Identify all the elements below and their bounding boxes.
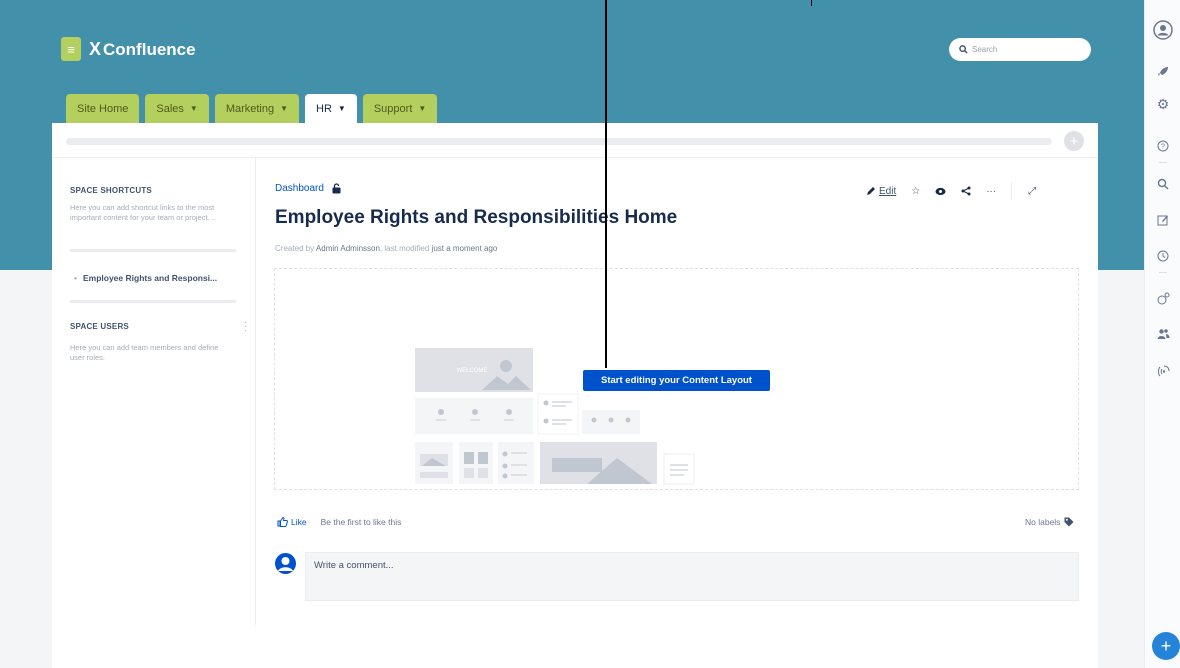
- labels-section[interactable]: No labels: [1025, 517, 1074, 527]
- watch-icon[interactable]: [935, 187, 946, 196]
- more-vertical-icon[interactable]: · · ·: [244, 318, 247, 336]
- tab-marketing[interactable]: Marketing ▼: [214, 94, 300, 123]
- share-icon[interactable]: [961, 186, 971, 196]
- chevron-down-icon: ▼: [337, 104, 346, 113]
- tab-label: Sales: [156, 102, 184, 115]
- history-icon[interactable]: [1155, 248, 1171, 264]
- add-icon[interactable]: +: [1152, 632, 1180, 660]
- right-rail: ⚙ ?: [1144, 0, 1180, 668]
- search-input[interactable]: Search: [949, 38, 1091, 61]
- expand-icon[interactable]: ⤢: [1028, 186, 1036, 197]
- add-icon[interactable]: +: [1064, 131, 1084, 151]
- pencil-icon: [867, 187, 875, 195]
- rail-divider: [1159, 162, 1167, 163]
- annotation-line: [605, 0, 607, 368]
- labels-text: No labels: [1025, 517, 1061, 527]
- thumbs-up-icon[interactable]: [277, 517, 288, 527]
- shortcuts-description: Here you can add shortcut links to the m…: [70, 203, 216, 222]
- actions-divider: [1011, 182, 1013, 200]
- tab-sales[interactable]: Sales ▼: [145, 94, 209, 123]
- search-icon[interactable]: [1155, 176, 1171, 192]
- sidebar-divider: [70, 249, 236, 252]
- tab-hr[interactable]: HR ▼: [305, 94, 357, 123]
- welcome-text: WELCOME: [456, 368, 487, 374]
- search-placeholder: Search: [972, 45, 998, 54]
- breadcrumb-link[interactable]: Dashboard: [275, 183, 324, 194]
- annotation-tick: [811, 0, 812, 6]
- page-title: Employee Rights and Responsibilities Hom…: [275, 207, 678, 228]
- rocket-icon[interactable]: [1155, 64, 1171, 80]
- people-icon[interactable]: [1155, 326, 1171, 342]
- search-icon: [959, 45, 968, 54]
- layout-illustration: WELCOME: [415, 348, 695, 485]
- sidebar-page-label: Employee Rights and Responsi...: [82, 273, 218, 283]
- rail-divider: [1159, 272, 1167, 273]
- like-hint: Be the first to like this: [320, 517, 402, 527]
- users-title: SPACE USERS: [70, 322, 129, 331]
- integrations-icon[interactable]: [1155, 290, 1171, 306]
- progress-track: [66, 138, 1052, 145]
- settings-icon[interactable]: ⚙: [1155, 96, 1171, 112]
- tab-label: Marketing: [225, 102, 275, 115]
- chevron-down-icon: ▼: [189, 104, 198, 113]
- shortcuts-title: SPACE SHORTCUTS: [70, 186, 152, 195]
- comment-input[interactable]: Write a comment...: [305, 552, 1079, 601]
- more-icon[interactable]: ···: [986, 186, 996, 197]
- space-tabs: Site Home Sales ▼ Marketing ▼ HR ▼ Support ▼: [66, 94, 438, 123]
- tab-label: Support: [373, 102, 413, 115]
- chevron-down-icon: ▼: [280, 104, 289, 113]
- sidebar-divider: [70, 300, 236, 303]
- user-icon[interactable]: [1153, 20, 1173, 40]
- byline-prefix: Created by: [275, 244, 315, 253]
- page-byline: Created by Admin Adminsson, last modifie…: [275, 244, 497, 253]
- start-editing-layout-button[interactable]: Start editing your Content Layout: [583, 370, 770, 391]
- breadcrumb: Dashboard: [275, 183, 341, 194]
- star-icon[interactable]: ☆: [911, 186, 920, 197]
- edit-button[interactable]: Edit: [866, 186, 896, 197]
- tab-support[interactable]: Support ▼: [362, 94, 438, 123]
- unlock-icon[interactable]: [332, 183, 341, 194]
- tab-label: HR: [316, 102, 332, 115]
- sidebar-page-link[interactable]: • Employee Rights and Responsi...: [74, 273, 217, 283]
- help-icon[interactable]: ?: [1155, 138, 1171, 154]
- comment-placeholder: Write a comment...: [314, 560, 394, 571]
- edit-label: Edit: [879, 185, 897, 197]
- tag-icon: [1064, 517, 1074, 527]
- like-button[interactable]: Like: [291, 517, 307, 527]
- edit-icon[interactable]: [1155, 212, 1171, 228]
- svg-text:?: ?: [1161, 144, 1165, 151]
- modified-link[interactable]: just a moment ago: [432, 244, 498, 253]
- logo-mark: X: [89, 39, 102, 59]
- author-link[interactable]: Admin Adminsson: [316, 244, 380, 253]
- users-description: Here you can add team members and define…: [70, 343, 219, 362]
- page-actions: Edit ☆ ··· ⤢: [866, 182, 1051, 200]
- bullet-icon: •: [74, 273, 77, 283]
- chevron-down-icon: ▼: [418, 104, 427, 113]
- app-logo[interactable]: X Confluence: [89, 39, 196, 60]
- like-section: Like Be the first to like this: [277, 517, 401, 527]
- space-sidebar: SPACE SHORTCUTS Here you can add shortcu…: [52, 158, 256, 625]
- app-name: Confluence: [103, 39, 196, 59]
- avatar: [275, 553, 296, 574]
- byline-mid: , last modified: [379, 244, 430, 253]
- tab-label: Site Home: [77, 102, 129, 115]
- menu-icon[interactable]: ≡: [61, 37, 81, 61]
- stats-icon[interactable]: [1155, 362, 1171, 378]
- tab-site-home[interactable]: Site Home: [66, 94, 140, 123]
